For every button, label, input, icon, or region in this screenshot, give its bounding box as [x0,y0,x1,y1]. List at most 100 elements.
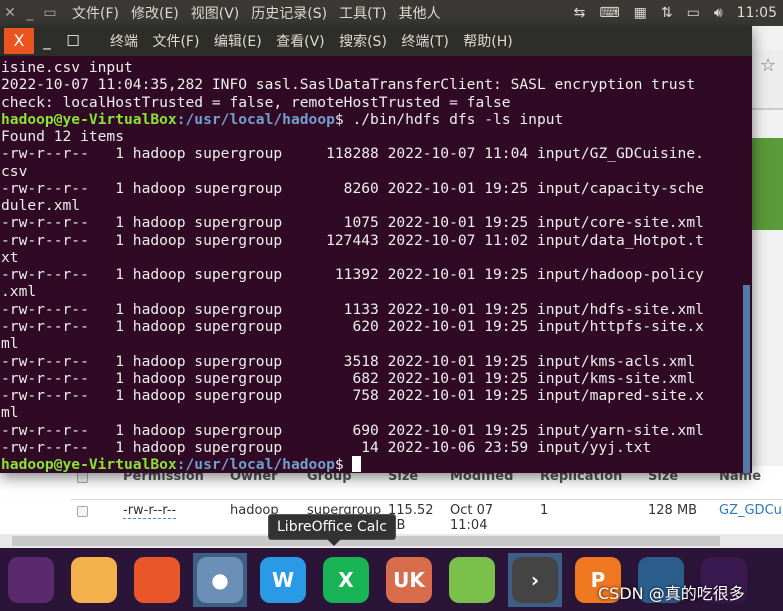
menu-search[interactable]: 搜索(S) [339,34,387,50]
terminal-line: -rw-r--r-- 1 hadoop supergroup 127443 20… [1,232,704,249]
terminal-line: 2022-10-07 11:04:35,282 INFO sasl.SaslDa… [1,76,704,93]
dock-terminal-button[interactable]: › [508,552,562,607]
maximize-icon[interactable]: ▭ [40,5,60,21]
terminal-line: -rw-r--r-- 1 hadoop supergroup 620 2022-… [1,318,704,335]
terminal-scrollbar[interactable] [743,285,750,473]
terminal-line: ml [1,404,704,421]
cell-modified: Oct 07 11:04 [450,503,494,533]
select-all-checkbox[interactable] [77,472,88,483]
menu-help[interactable]: 帮助(H) [463,34,512,50]
menu-edit[interactable]: 编辑(E) [214,34,262,50]
calc-icon: X [323,556,369,603]
dock-ubuntu-button[interactable] [4,553,58,607]
line-text: xt [1,248,19,266]
dock-files-button[interactable] [67,553,121,607]
menu-edit[interactable]: 修改(E) [131,3,179,23]
line-text: -rw-r--r-- 1 hadoop supergroup 690 2022-… [1,421,704,439]
writer-icon: W [260,556,306,603]
prompt-user: hadoop@ye-VirtualBox [1,110,177,128]
minimize-button[interactable]: _ [34,32,60,50]
line-text: -rw-r--r-- 1 hadoop supergroup 8260 2022… [1,179,704,197]
dock-installer-button[interactable] [445,553,499,607]
menu-view[interactable]: 查看(V) [276,34,325,50]
dock-chromium-button[interactable]: ● [193,552,247,607]
terminal-icon: › [512,556,558,603]
menu-others[interactable]: 其他人 [399,3,441,23]
terminal-line: -rw-r--r-- 1 hadoop supergroup 118288 20… [1,145,704,162]
terminal-line: -rw-r--r-- 1 hadoop supergroup 3518 2022… [1,353,704,370]
dock-ubuntu-software-button[interactable]: UK [382,553,436,607]
line-text: -rw-r--r-- 1 hadoop supergroup 127443 20… [1,231,704,249]
terminal-titlebar: X _ ☐ 终端 文件(F) 编辑(E) 查看(V) 搜索(S) 终端(T) 帮… [0,26,752,56]
line-text: $ ./bin/hdfs dfs -ls input [334,110,564,128]
dock-firefox-button[interactable] [130,553,184,607]
line-text: -rw-r--r-- 1 hadoop supergroup 11392 202… [1,266,704,284]
line-text: check: localHostTrusted = false, remoteH… [1,93,511,111]
terminal-line: -rw-r--r-- 1 hadoop supergroup 1133 2022… [1,301,704,318]
terminal-output[interactable]: isine.csv input 2022-10-07 11:04:35,282 I… [1,59,704,473]
cell-permission[interactable]: -rw-r--r-- [123,503,177,519]
volume-icon[interactable]: 🔊︎ [714,5,723,21]
line-text: csv [1,162,28,180]
terminal-line: -rw-r--r-- 1 hadoop supergroup 758 2022-… [1,387,704,404]
terminal-line: hadoop@ye-VirtualBox:/usr/local/hadoop$ … [1,111,704,128]
bookmark-star-icon[interactable]: ☆ [760,55,776,76]
terminal-window[interactable]: X _ ☐ 终端 文件(F) 编辑(E) 查看(V) 搜索(S) 终端(T) 帮… [0,26,752,473]
line-text: .xml [1,283,37,301]
browser-header-band [752,138,783,230]
files-icon [71,556,117,603]
menu-file[interactable]: 文件(F) [72,3,119,23]
transfer-icon[interactable]: ⇅ [661,5,673,21]
prompt-path: :/usr/local/hadoop [176,456,335,474]
terminal-line: -rw-r--r-- 1 hadoop supergroup 1075 2022… [1,214,704,231]
network-icon[interactable]: ⇆ [574,5,586,21]
terminal-line: duler.xml [1,197,704,214]
line-text: -rw-r--r-- 1 hadoop supergroup 3518 2022… [1,352,696,370]
cell-name-link[interactable]: GZ_GDCui [719,503,783,518]
line-text: -rw-r--r-- 1 hadoop supergroup 620 2022-… [1,317,704,335]
line-text: $ [334,456,353,474]
close-button[interactable]: X [4,28,34,54]
line-text: -rw-r--r-- 1 hadoop supergroup 14 2022-1… [1,438,652,456]
line-text: -rw-r--r-- 1 hadoop supergroup 1133 2022… [1,300,704,318]
menu-history[interactable]: 历史记录(S) [251,3,327,23]
line-text: -rw-r--r-- 1 hadoop supergroup 758 2022-… [1,387,704,405]
dock-writer-button[interactable]: W [256,553,310,607]
prompt-user: hadoop@ye-VirtualBox [1,456,177,474]
menu-tools[interactable]: 工具(T) [339,3,386,23]
close-icon[interactable]: ✕ [0,5,20,21]
line-text: Found 12 items [1,128,125,146]
cell-replication[interactable]: 1 [540,503,548,518]
row-checkbox[interactable] [77,506,88,517]
terminal-line: csv [1,163,704,180]
terminal-line: xt [1,249,704,266]
dock-calc-button[interactable]: X [319,553,373,607]
firefox-icon [134,556,180,603]
minimize-icon[interactable]: _ [20,5,40,21]
watermark: CSDN @真的吃很多 [598,584,745,603]
line-text: isine.csv input [1,59,133,76]
battery-icon[interactable]: ▭ [687,5,700,21]
terminal-line: .xml [1,283,704,300]
keyboard-icon[interactable]: ⌨ [599,5,619,21]
terminal-line: -rw-r--r-- 1 hadoop supergroup 14 2022-1… [1,439,704,456]
chromium-icon: ● [197,556,243,603]
menu-terminal[interactable]: 终端 [110,34,138,50]
line-text: -rw-r--r-- 1 hadoop supergroup 118288 20… [1,145,704,163]
menu-terminal-2[interactable]: 终端(T) [401,34,448,50]
terminal-line: -rw-r--r-- 1 hadoop supergroup 11392 202… [1,266,704,283]
cell-block-size: 128 MB [648,503,698,518]
menu-view[interactable]: 视图(V) [191,3,240,23]
ubuntu-software-icon: UK [386,556,432,603]
installer-icon [449,556,495,603]
prompt-path: :/usr/local/hadoop [176,110,335,128]
clock[interactable]: 11:05 [737,5,777,21]
terminal-line: -rw-r--r-- 1 hadoop supergroup 690 2022-… [1,422,704,439]
line-text: -rw-r--r-- 1 hadoop supergroup 1075 2022… [1,214,704,232]
calendar-icon[interactable]: ▦ [634,5,647,21]
line-text: ml [1,404,19,422]
terminal-line: -rw-r--r-- 1 hadoop supergroup 682 2022-… [1,370,704,387]
maximize-button[interactable]: ☐ [60,32,86,50]
terminal-line: ml [1,335,704,352]
menu-file[interactable]: 文件(F) [152,34,199,50]
